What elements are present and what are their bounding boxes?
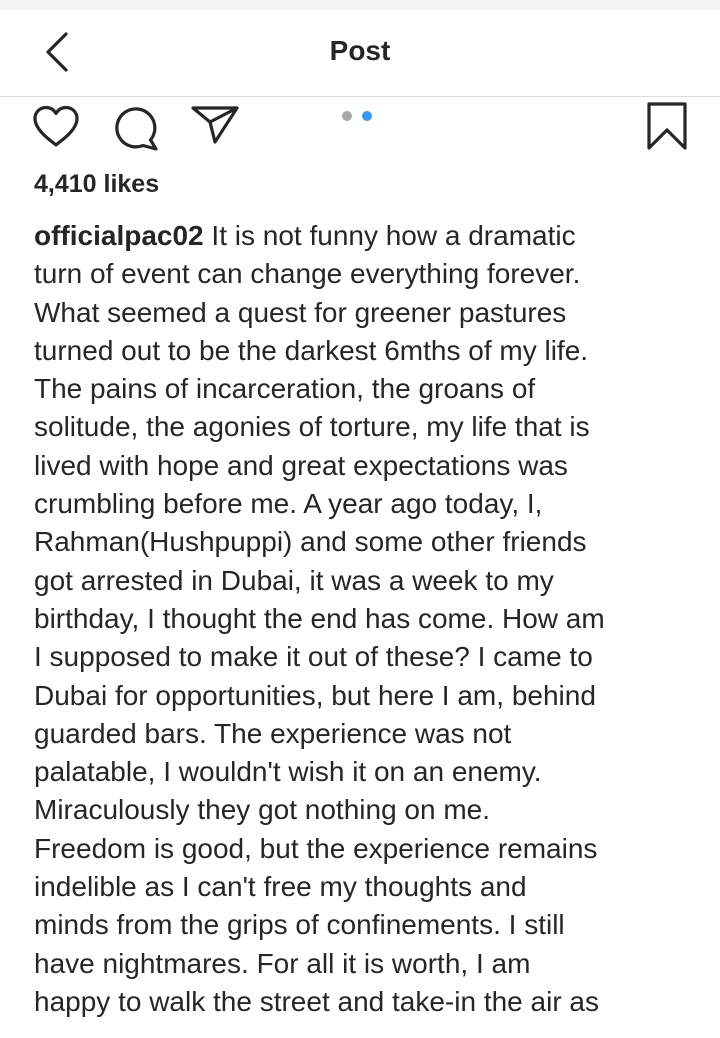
save-button[interactable] — [645, 101, 689, 151]
caption-line: indelible as I can't free my thoughts an… — [34, 871, 527, 903]
caption-line: Freedom is good, but the experience rema… — [34, 832, 598, 864]
like-button[interactable] — [32, 105, 80, 149]
carousel-dot — [342, 111, 352, 121]
carousel-indicator — [342, 111, 382, 125]
share-button[interactable] — [190, 105, 240, 145]
caption-line: Dubai for opportunities, but here I am, … — [34, 679, 596, 711]
caption-line: have nightmares. For all it is worth, I … — [34, 947, 531, 979]
caption-line: happy to walk the street and take-in the… — [34, 985, 599, 1017]
caption-line: The pains of incarceration, the groans o… — [34, 373, 536, 405]
page-title: Post — [329, 35, 391, 66]
caption-line: birthday, I thought the end has come. Ho… — [34, 602, 605, 634]
caption-line: palatable, I wouldn't wish it on an enem… — [34, 756, 542, 788]
comment-button[interactable] — [112, 105, 160, 151]
caption-line: turned out to be the darkest 6mths of my… — [34, 334, 589, 366]
caption-line: Rahman(Hushpuppi) and some other friends — [34, 526, 587, 558]
caption-line: solitude, the agonies of torture, my lif… — [34, 411, 590, 443]
paper-plane-icon — [191, 106, 239, 144]
caption-line: got arrested in Dubai, it was a week to … — [34, 564, 554, 596]
caption-line: officialpac02 It is not funny how a dram… — [34, 220, 576, 251]
caption-line: lived with hope and great expectations w… — [34, 449, 568, 481]
post-action-bar — [0, 97, 720, 159]
caption-line: What seemed a quest for greener pastures — [34, 296, 567, 328]
carousel-dot-active — [362, 111, 372, 121]
caption-line: Miraculously they got nothing on me. — [34, 794, 491, 826]
post-header: Post — [0, 10, 720, 97]
caption-username[interactable]: officialpac02 — [34, 220, 204, 251]
caption-line: I supposed to make it out of these? I ca… — [34, 641, 593, 673]
caption-line: minds from the grips of confinements. I … — [34, 909, 565, 941]
caption-line: turn of event can change everything fore… — [34, 258, 581, 290]
post-caption: officialpac02 It is not funny how a dram… — [34, 217, 704, 1021]
likes-count[interactable]: 4,410 likes — [34, 168, 159, 200]
heart-icon — [33, 105, 79, 147]
bookmark-icon — [647, 102, 687, 150]
caption-line: crumbling before me. A year ago today, I… — [34, 488, 543, 520]
comment-bubble-icon — [115, 107, 158, 151]
caption-line: guarded bars. The experience was not — [34, 717, 512, 749]
